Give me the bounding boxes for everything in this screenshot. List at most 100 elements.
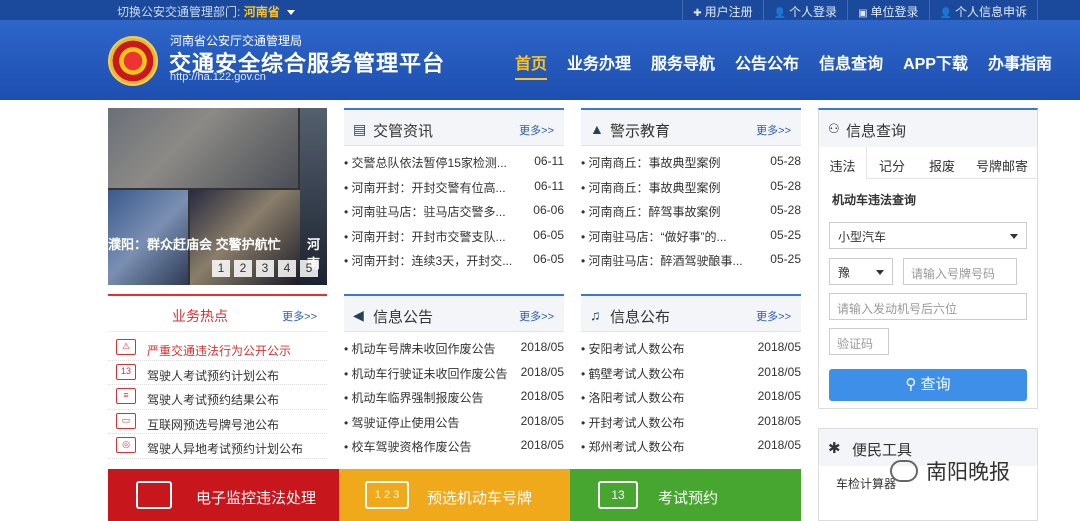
unit-login-link[interactable]: ▣ 单位登录 bbox=[847, 0, 928, 20]
list-item[interactable]: ▭ 互联网预选号牌号池公布 bbox=[108, 410, 327, 434]
plate-prefix-select[interactable]: 豫 bbox=[829, 258, 893, 285]
watermark: 南阳晚报 bbox=[890, 456, 1010, 486]
binoculars-icon: ⚇ bbox=[828, 121, 840, 136]
publish-list: • 安阳考试人数公布 2018/05 • 鹤壁考试人数公布 2018/05 • 洛阳… bbox=[581, 332, 801, 463]
personal-login-link[interactable]: 👤 个人登录 bbox=[762, 0, 847, 20]
slide-pager: 1 2 3 4 5 bbox=[212, 260, 322, 277]
notice-more-link[interactable]: 更多>> bbox=[519, 308, 554, 324]
warning-more-link[interactable]: 更多>> bbox=[756, 122, 791, 138]
vehicle-type-select[interactable]: 小型汽车 bbox=[829, 222, 1027, 249]
list-item[interactable]: • 开封考试人数公布 2018/05 bbox=[581, 414, 801, 439]
nav-service[interactable]: 服务导航 bbox=[651, 50, 715, 80]
tab-scrap[interactable]: 报废 bbox=[917, 147, 967, 179]
appeal-link[interactable]: 👤 个人信息申诉 bbox=[928, 0, 1038, 20]
publish-title: 信息公布 bbox=[610, 309, 671, 326]
inspection-calculator-link[interactable]: 车检计算器 bbox=[836, 475, 896, 492]
list-item[interactable]: • 河南开封：开封市交警支队... 06-05 bbox=[344, 228, 564, 253]
megaphone-icon: ◀ bbox=[353, 307, 364, 323]
nav-guide[interactable]: 办事指南 bbox=[988, 50, 1052, 80]
slide-page-button[interactable]: 5 bbox=[300, 260, 318, 277]
news-panel: ▤ 交管资讯 更多>> • 交警总队依法暂停15家检测... 06-11 • 河南… bbox=[344, 108, 564, 277]
info-query-panel: ⚇ 信息查询 违法 记分 报废 号牌邮寄 机动车违法查询 小型汽车 豫 请输入号… bbox=[818, 108, 1038, 409]
list-item[interactable]: ⚠ 严重交通违法行为公开公示 bbox=[108, 336, 327, 361]
plate-number-input[interactable]: 请输入号牌号码 bbox=[903, 258, 1017, 285]
document-icon: ▣ bbox=[858, 8, 868, 19]
engine-number-input[interactable]: 请输入发动机号后六位 bbox=[829, 293, 1027, 320]
nav-business[interactable]: 业务办理 bbox=[567, 50, 631, 80]
police-emblem-logo bbox=[108, 36, 158, 86]
list-item[interactable]: 13 驾驶人考试预约计划公布 bbox=[108, 361, 327, 385]
asterisk-icon: ✱ bbox=[828, 440, 841, 457]
news-slider[interactable]: 濮阳：群众赶庙会 交警护航忙 河南 1 2 3 4 5 bbox=[108, 108, 327, 285]
slide-page-button[interactable]: 4 bbox=[278, 260, 296, 277]
slide-caption[interactable]: 濮阳：群众赶庙会 交警护航忙 bbox=[108, 234, 281, 253]
newspaper-icon: ▤ bbox=[353, 121, 367, 137]
list-item[interactable]: • 河南开封：连续3天，开封交... 06-05 bbox=[344, 252, 564, 277]
calendar-icon: 13 bbox=[116, 363, 136, 380]
list-item[interactable]: • 安阳考试人数公布 2018/05 bbox=[581, 340, 801, 365]
list-item[interactable]: • 河南驻马店：“做好事”的... 05-25 bbox=[581, 228, 801, 253]
list-item[interactable]: • 洛阳考试人数公布 2018/05 bbox=[581, 389, 801, 414]
query-button[interactable]: ⚲ 查询 bbox=[829, 369, 1027, 401]
tab-violation[interactable]: 违法 bbox=[819, 147, 867, 179]
banner-exam-booking[interactable]: 13 考试预约 bbox=[570, 469, 801, 521]
news-list: • 交警总队依法暂停15家检测... 06-11 • 河南开封：开封交警有位高..… bbox=[344, 146, 564, 277]
list-item[interactable]: • 河南商丘：醉驾事故案例 05-28 bbox=[581, 203, 801, 228]
plate-icon: ▭ bbox=[116, 412, 136, 429]
query-subtitle: 机动车违法查询 bbox=[832, 193, 917, 207]
publish-panel: ♫ 信息公布 更多>> • 安阳考试人数公布 2018/05 • 鹤壁考试人数公布… bbox=[581, 294, 801, 463]
slide-photo bbox=[108, 108, 298, 188]
banner-electronic-monitoring[interactable]: 电子监控违法处理 bbox=[108, 469, 339, 521]
list-item[interactable]: • 河南商丘：事故典型案例 05-28 bbox=[581, 154, 801, 179]
user-icon: 👤 bbox=[939, 8, 952, 19]
hot-more-link[interactable]: 更多>> bbox=[282, 308, 317, 324]
list-item[interactable]: • 驾驶证停止使用公告 2018/05 bbox=[344, 414, 564, 439]
list-item[interactable]: • 河南驻马店：醉酒驾驶酿事... 05-25 bbox=[581, 252, 801, 277]
warning-title: 警示教育 bbox=[610, 123, 671, 140]
department-switch[interactable]: 切换公安交通管理部门: 河南省 bbox=[117, 3, 296, 20]
list-item[interactable]: • 机动车临界强制报废公告 2018/05 bbox=[344, 389, 564, 414]
user-icon: 👤 bbox=[773, 8, 787, 19]
list-item[interactable]: ◎ 驾驶人异地考试预约计划公布 bbox=[108, 434, 327, 459]
document-icon: ≡ bbox=[116, 388, 136, 404]
list-item[interactable]: • 交警总队依法暂停15家检测... 06-11 bbox=[344, 154, 564, 179]
register-link[interactable]: ✚ 用户注册 bbox=[682, 0, 762, 20]
captcha-input[interactable]: 验证码 bbox=[829, 328, 889, 355]
query-header: ⚇ 信息查询 bbox=[819, 110, 1037, 147]
publish-more-link[interactable]: 更多>> bbox=[756, 308, 791, 324]
list-item[interactable]: • 河南驻马店：驻马店交警多... 06-06 bbox=[344, 203, 564, 228]
warning-panel: ▲ 警示教育 更多>> • 河南商丘：事故典型案例 05-28 • 河南商丘：事故… bbox=[581, 108, 801, 277]
chevron-down-icon bbox=[1010, 234, 1018, 239]
notice-list: • 机动车号牌未收回作废公告 2018/05 • 机动车行驶证未收回作废公告 201… bbox=[344, 332, 564, 463]
nav-home[interactable]: 首页 bbox=[515, 50, 548, 80]
news-more-link[interactable]: 更多>> bbox=[519, 122, 554, 138]
list-item[interactable]: • 校车驾驶资格作废公告 2018/05 bbox=[344, 438, 564, 463]
wechat-icon bbox=[890, 460, 918, 482]
nav-announcement[interactable]: 公告公布 bbox=[735, 50, 799, 80]
list-item[interactable]: • 郑州考试人数公布 2018/05 bbox=[581, 438, 801, 463]
query-tabs: 违法 记分 报废 号牌邮寄 bbox=[819, 147, 1037, 179]
list-item[interactable]: • 河南开封：开封交警有位高... 06-11 bbox=[344, 179, 564, 204]
list-item[interactable]: • 鹤壁考试人数公布 2018/05 bbox=[581, 365, 801, 390]
nav-query[interactable]: 信息查询 bbox=[819, 50, 883, 80]
location-icon: ◎ bbox=[116, 437, 136, 453]
site-header: 河南省公安厅交通管理局 交通安全综合服务管理平台 http://ha.122.g… bbox=[0, 20, 1080, 100]
plus-icon: ✚ bbox=[693, 8, 702, 19]
slide-page-button[interactable]: 2 bbox=[234, 260, 252, 277]
slide-page-button[interactable]: 3 bbox=[256, 260, 274, 277]
list-item[interactable]: ≡ 驾驶人考试预约结果公布 bbox=[108, 385, 327, 410]
list-item[interactable]: • 机动车行驶证未收回作废公告 2018/05 bbox=[344, 365, 564, 390]
violation-icon: ⚠ bbox=[116, 339, 136, 355]
hot-list: ⚠ 严重交通违法行为公开公示 13 驾驶人考试预约计划公布 ≡ 驾驶人考试预约结果公布… bbox=[108, 332, 327, 459]
main-nav: 首页 业务办理 服务导航 公告公布 信息查询 APP下载 办事指南 bbox=[505, 50, 1062, 80]
chevron-down-icon bbox=[876, 270, 884, 275]
list-item[interactable]: • 机动车号牌未收回作废公告 2018/05 bbox=[344, 340, 564, 365]
province-selector[interactable]: 河南省 bbox=[244, 5, 280, 19]
banner-plate-selection[interactable]: 1 2 3 预选机动车号牌 bbox=[339, 469, 570, 521]
tab-plate-mail[interactable]: 号牌邮寄 bbox=[967, 147, 1037, 179]
news-title: 交管资讯 bbox=[373, 123, 434, 140]
slide-page-button[interactable]: 1 bbox=[212, 260, 230, 277]
nav-app[interactable]: APP下载 bbox=[903, 50, 968, 80]
tab-points[interactable]: 记分 bbox=[867, 147, 917, 179]
list-item[interactable]: • 河南商丘：事故典型案例 05-28 bbox=[581, 179, 801, 204]
